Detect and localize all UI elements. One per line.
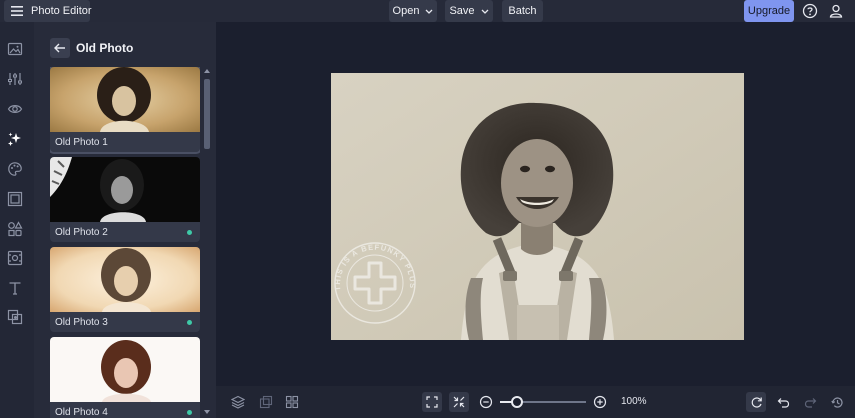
image-icon[interactable] — [7, 41, 23, 57]
app-menu-button[interactable]: Photo Editor — [4, 0, 92, 22]
layers-icon[interactable] — [228, 392, 248, 412]
overlay-icon[interactable] — [7, 309, 23, 325]
undo-icon[interactable] — [773, 392, 793, 412]
grid-icon[interactable] — [282, 392, 302, 412]
graphics-icon[interactable] — [7, 221, 23, 237]
top-bar: Photo Editor Open Save Batch Upgrade — [0, 0, 855, 22]
frame-icon[interactable] — [7, 191, 23, 207]
scroll-up-icon[interactable] — [204, 68, 210, 73]
arrow-left-icon — [54, 43, 66, 53]
bottom-toolbar: 100% — [216, 386, 855, 418]
effect-label: Old Photo 4 — [55, 407, 108, 418]
scroll-down-icon[interactable] — [204, 410, 210, 415]
effect-label: Old Photo 2 — [55, 227, 108, 238]
history-icon[interactable] — [827, 392, 847, 412]
effect-card-old-photo-1[interactable]: Old Photo 1 — [50, 67, 200, 154]
open-label: Open — [392, 5, 420, 17]
effect-label: Old Photo 3 — [55, 317, 108, 328]
effects-panel: Old Photo Old Photo 1 Old Photo 2 Old Ph… — [34, 22, 216, 418]
sliders-icon[interactable] — [7, 71, 23, 87]
save-label: Save — [449, 5, 475, 17]
open-button[interactable]: Open — [389, 0, 437, 22]
save-button[interactable]: Save — [445, 0, 493, 22]
effect-thumbnail — [50, 337, 200, 402]
chevron-down-icon — [425, 9, 433, 14]
texture-icon[interactable] — [7, 250, 23, 266]
eye-icon[interactable] — [7, 101, 23, 117]
palette-icon[interactable] — [7, 161, 23, 177]
pro-badge-dot — [187, 410, 192, 415]
scroll-thumb[interactable] — [204, 79, 210, 149]
effect-thumbnail — [50, 67, 200, 132]
compare-icon[interactable] — [256, 392, 276, 412]
effect-card-old-photo-4[interactable]: Old Photo 4 — [50, 337, 200, 418]
redo-icon[interactable] — [800, 392, 820, 412]
effects-icon[interactable] — [7, 131, 23, 147]
zoom-out-icon[interactable] — [476, 392, 496, 412]
panel-title: Old Photo — [76, 41, 134, 55]
text-icon[interactable] — [7, 280, 23, 296]
fit-to-screen-icon[interactable] — [422, 392, 442, 412]
batch-button[interactable]: Batch — [502, 0, 543, 22]
back-button[interactable] — [50, 38, 70, 58]
zoom-slider-handle[interactable] — [511, 396, 523, 408]
effect-card-old-photo-3[interactable]: Old Photo 3 — [50, 247, 200, 332]
pro-badge-dot — [187, 320, 192, 325]
effect-thumbnail — [50, 247, 200, 312]
effect-thumbnail — [50, 157, 200, 222]
effect-list: Old Photo 1 Old Photo 2 Old Photo 3 Old … — [50, 67, 200, 418]
upgrade-button[interactable]: Upgrade — [744, 0, 794, 22]
account-icon[interactable] — [827, 2, 845, 20]
effect-card-old-photo-2[interactable]: Old Photo 2 — [50, 157, 200, 242]
canvas-area: THIS IS A BEFUNKY PLUS FEATURE — [216, 22, 855, 386]
help-icon[interactable] — [801, 2, 819, 20]
zoom-slider[interactable] — [500, 396, 586, 408]
panel-scrollbar[interactable] — [201, 67, 213, 418]
batch-label: Batch — [508, 5, 537, 17]
app-title: Photo Editor — [31, 5, 92, 17]
chevron-down-icon — [481, 9, 489, 14]
zoom-level: 100% — [621, 396, 647, 407]
zoom-in-icon[interactable] — [590, 392, 610, 412]
pro-badge-dot — [187, 230, 192, 235]
hamburger-icon — [11, 6, 23, 16]
effect-label: Old Photo 1 — [55, 137, 108, 148]
photo-canvas[interactable]: THIS IS A BEFUNKY PLUS FEATURE — [331, 73, 744, 340]
tool-rail — [0, 22, 34, 418]
actual-size-icon[interactable] — [449, 392, 469, 412]
reset-icon[interactable] — [746, 392, 766, 412]
